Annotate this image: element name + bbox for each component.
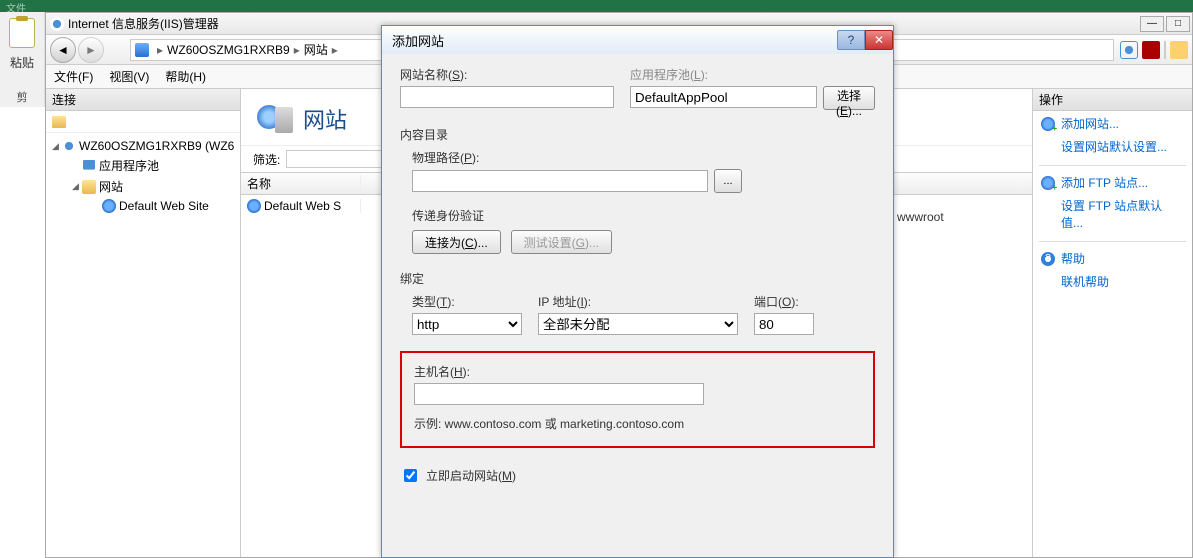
- connect-as-button[interactable]: 连接为(C)...: [412, 230, 501, 254]
- clipboard-icon[interactable]: [9, 18, 35, 48]
- paste-panel: 粘贴 剪: [0, 12, 45, 107]
- hostname-example: 示例: www.contoso.com 或 marketing.contoso.…: [414, 415, 861, 432]
- sites-heading-icon: [257, 101, 293, 137]
- tree-apppools-node[interactable]: 应用程序池: [50, 155, 236, 176]
- iis-title-text: Internet 信息服务(IIS)管理器: [68, 15, 219, 32]
- dialog-title-text: 添加网站: [392, 31, 444, 50]
- port-input[interactable]: [754, 313, 814, 335]
- actions-header: 操作: [1033, 89, 1192, 111]
- connections-header: 连接: [46, 89, 240, 111]
- cut-label: 剪: [0, 89, 44, 105]
- ip-label: IP 地址(I):: [538, 293, 738, 310]
- folder-icon[interactable]: [52, 116, 66, 128]
- apppool-input[interactable]: [630, 86, 817, 108]
- content-dir-group: 内容目录: [400, 126, 875, 143]
- wwwroot-text: wwwroot: [897, 210, 944, 224]
- browse-button[interactable]: ...: [714, 169, 742, 193]
- action-add-website[interactable]: 添加网站...: [1033, 111, 1192, 136]
- physical-path-input[interactable]: [412, 170, 708, 192]
- refresh-icon[interactable]: [1120, 41, 1138, 59]
- port-label: 端口(O):: [754, 293, 814, 310]
- type-select[interactable]: http: [412, 313, 522, 335]
- page-title: 网站: [303, 103, 347, 135]
- dialog-titlebar[interactable]: 添加网站 ? ✕: [382, 26, 893, 54]
- connections-panel: 连接 ◢ WZ60OSZMG1RXRB9 (WZ6 应用程序池 ◢ 网站: [46, 89, 241, 557]
- hostname-input[interactable]: [414, 383, 704, 405]
- globe-icon: [247, 199, 261, 213]
- stop-icon[interactable]: [1142, 41, 1160, 59]
- app-ribbon: 文件: [0, 0, 1193, 12]
- iis-app-icon: [50, 17, 64, 31]
- type-label: 类型(T):: [412, 293, 522, 310]
- add-website-icon: [1041, 117, 1055, 131]
- breadcrumb-server[interactable]: WZ60OSZMG1RXRB9: [167, 43, 290, 57]
- action-set-website-defaults[interactable]: 设置网站默认设置...: [1033, 136, 1192, 161]
- action-online-help[interactable]: 联机帮助: [1033, 271, 1192, 296]
- menu-file[interactable]: 文件(F): [54, 68, 93, 85]
- back-button[interactable]: ◄: [50, 37, 76, 63]
- maximize-button[interactable]: □: [1166, 16, 1190, 32]
- passthrough-auth-label: 传递身份验证: [412, 207, 875, 224]
- start-immediately-label: 立即启动网站(M): [426, 467, 516, 484]
- site-name-label: 网站名称(S):: [400, 66, 614, 83]
- menu-help[interactable]: 帮助(H): [165, 68, 206, 85]
- site-name-input[interactable]: [400, 86, 614, 108]
- add-ftp-icon: [1041, 176, 1055, 190]
- paste-label: 粘贴: [0, 54, 44, 71]
- forward-button[interactable]: ►: [78, 37, 104, 63]
- help-icon: ?: [1041, 252, 1055, 266]
- breadcrumb-sites[interactable]: 网站: [304, 41, 328, 58]
- connection-tree: ◢ WZ60OSZMG1RXRB9 (WZ6 应用程序池 ◢ 网站 Defaul…: [46, 133, 240, 219]
- apppool-icon: [82, 159, 96, 173]
- hostname-highlight: 主机名(H): 示例: www.contoso.com 或 marketing.…: [400, 351, 875, 448]
- home-icon[interactable]: [1170, 41, 1188, 59]
- action-set-ftp-defaults[interactable]: 设置 FTP 站点默认值...: [1033, 195, 1192, 237]
- filter-label: 筛选:: [253, 151, 280, 168]
- add-website-dialog: 添加网站 ? ✕ 网站名称(S): 应用程序池(L): 选择(E)... 内容目…: [381, 25, 894, 558]
- action-help[interactable]: ? 帮助: [1033, 246, 1192, 271]
- server-icon: [62, 139, 76, 153]
- ip-select[interactable]: 全部未分配: [538, 313, 738, 335]
- physical-path-label: 物理路径(P):: [412, 149, 875, 166]
- binding-group: 绑定: [400, 270, 875, 287]
- dialog-help-button[interactable]: ?: [837, 30, 865, 50]
- hostname-label: 主机名(H):: [414, 363, 861, 380]
- test-settings-button: 测试设置(G)...: [511, 230, 612, 254]
- globe-icon: [102, 199, 116, 213]
- breadcrumb-root-icon: [135, 43, 149, 57]
- minimize-button[interactable]: ―: [1140, 16, 1164, 32]
- start-immediately-checkbox[interactable]: [404, 469, 417, 482]
- sites-folder-icon: [82, 180, 96, 194]
- tree-server-node[interactable]: ◢ WZ60OSZMG1RXRB9 (WZ6: [50, 137, 236, 155]
- tree-default-site-node[interactable]: Default Web Site: [50, 197, 236, 215]
- tree-toolbar: [46, 111, 240, 133]
- select-apppool-button[interactable]: 选择(E)...: [823, 86, 875, 110]
- col-name-header[interactable]: 名称: [241, 175, 361, 192]
- sep-icon: [1164, 41, 1166, 59]
- dialog-close-button[interactable]: ✕: [865, 30, 893, 50]
- apppool-label: 应用程序池(L):: [630, 66, 875, 83]
- menu-view[interactable]: 视图(V): [109, 68, 149, 85]
- action-add-ftp[interactable]: 添加 FTP 站点...: [1033, 170, 1192, 195]
- tree-sites-node[interactable]: ◢ 网站: [50, 176, 236, 197]
- actions-panel: 操作 添加网站... 设置网站默认设置... 添加 FTP 站点... 设置 F…: [1032, 89, 1192, 557]
